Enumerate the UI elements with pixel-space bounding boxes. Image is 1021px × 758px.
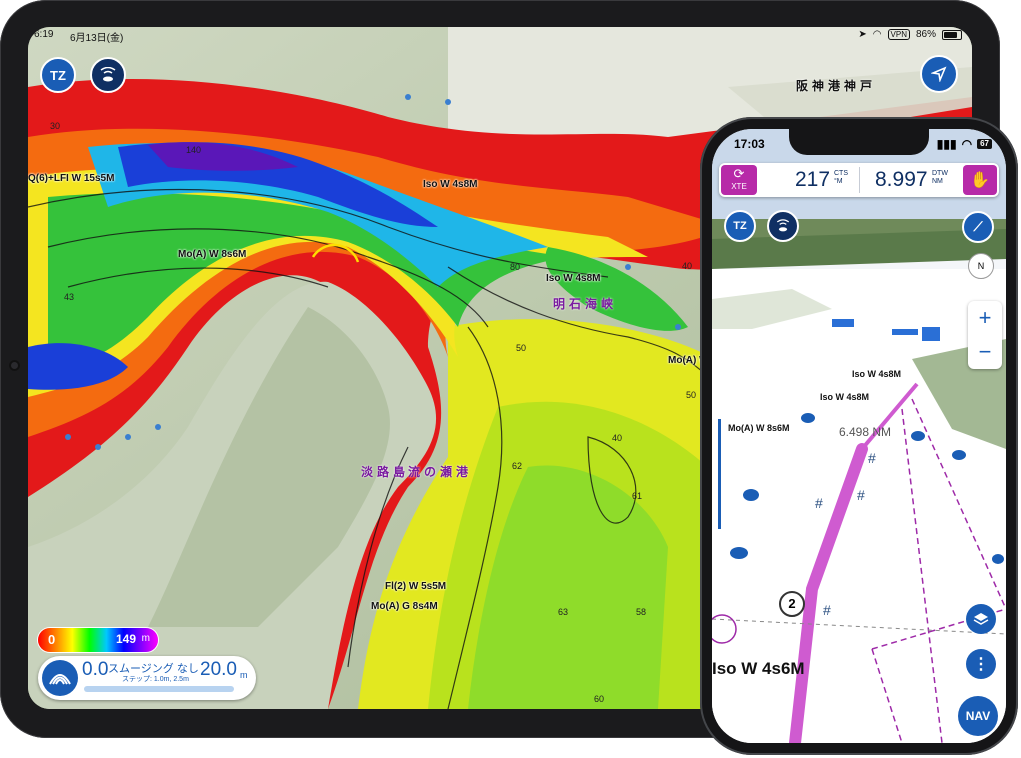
navigation-arrow-icon bbox=[931, 66, 947, 82]
smoothing-unit: m bbox=[240, 670, 248, 680]
depth-sounding: 60 bbox=[594, 694, 605, 704]
more-vertical-icon: ⋮ bbox=[973, 656, 989, 673]
tz-menu-button[interactable]: TZ bbox=[40, 57, 76, 93]
depth-sounding: 80 bbox=[510, 262, 521, 272]
wifi-icon: ◠ bbox=[872, 29, 882, 40]
signal-icon: ▮▮▮ bbox=[936, 137, 957, 151]
light-label-large: Iso W 4s6M bbox=[712, 659, 805, 678]
svg-text:#: # bbox=[823, 602, 831, 618]
depth-sounding: 61 bbox=[632, 491, 643, 501]
zoom-out-button[interactable]: − bbox=[968, 335, 1002, 369]
cts-unit-label: CTS bbox=[834, 170, 848, 177]
layers-button[interactable] bbox=[966, 604, 996, 634]
dtw-value: 8.997 bbox=[875, 168, 928, 191]
cts-value: 217 bbox=[795, 168, 831, 191]
tablet-camera bbox=[9, 360, 20, 371]
light-label: Iso W 4s8M bbox=[820, 392, 870, 402]
place-label: 流の瀬港 bbox=[408, 465, 473, 479]
light-label: Mo(A) W 8s6M bbox=[178, 249, 247, 260]
status-date: 6月13日(金) bbox=[70, 33, 124, 44]
nav-divider bbox=[859, 167, 860, 193]
battery-icon bbox=[942, 29, 962, 40]
battery-percent: 86% bbox=[915, 29, 936, 40]
refresh-icon: ⟳ bbox=[733, 166, 745, 181]
location-icon: ➤ bbox=[858, 29, 867, 40]
place-label: 明石海峡 bbox=[553, 297, 618, 311]
stop-navigation-button[interactable]: ✋ bbox=[963, 165, 997, 195]
phone-status-time: 17:03 bbox=[734, 137, 765, 151]
status-time: 6:19 bbox=[34, 29, 54, 40]
vpn-badge: VPN bbox=[887, 29, 910, 40]
depth-color-legend[interactable]: 0 149 m bbox=[38, 628, 158, 652]
light-label: Q(6)+LFI W 15s5M bbox=[28, 173, 115, 184]
waypoint-marker[interactable]: 2 bbox=[779, 591, 805, 617]
tz-menu-button[interactable]: TZ bbox=[724, 210, 756, 242]
navigation-data-bar: ⟳ XTE 217 CTS °M 8.997 DTW NM ✋ bbox=[719, 163, 999, 197]
svg-text:#: # bbox=[868, 450, 876, 466]
place-label: 阪神港神戸 bbox=[796, 79, 877, 93]
nav-button[interactable]: NAV bbox=[958, 696, 998, 736]
depth-sounding: 50 bbox=[686, 390, 697, 400]
xte-reset-button[interactable]: ⟳ XTE bbox=[721, 165, 757, 195]
smoothing-slider-track[interactable] bbox=[84, 686, 234, 692]
depth-sounding: 63 bbox=[558, 607, 569, 617]
fishing-mode-button[interactable] bbox=[767, 210, 799, 242]
svg-text:#: # bbox=[857, 487, 865, 503]
smoothing-max-value: 20.0 bbox=[200, 659, 237, 680]
fish-sonar-icon bbox=[776, 219, 790, 232]
route-line-icon: ⟋ bbox=[973, 219, 983, 234]
depth-sounding: 30 bbox=[50, 121, 61, 131]
dtw-unit-label: DTW bbox=[932, 170, 948, 177]
layers-icon bbox=[973, 613, 989, 625]
zoom-in-button[interactable]: + bbox=[968, 301, 1002, 335]
depth-sounding: 40 bbox=[682, 261, 693, 271]
smoothing-step: ステップ: 1.0m, 2.5m bbox=[122, 676, 189, 683]
dtw-unit-nm: NM bbox=[932, 178, 943, 185]
depth-sounding: 58 bbox=[636, 607, 647, 617]
fish-sonar-icon bbox=[100, 67, 116, 82]
dtw-unit: DTW NM bbox=[932, 170, 948, 186]
more-options-button[interactable]: ⋮ bbox=[966, 649, 996, 679]
light-label: Iso W 4s8M bbox=[546, 273, 601, 284]
light-label: Mo(A) W 8s6M bbox=[728, 423, 790, 433]
smoothing-min-value: 0.0 bbox=[82, 659, 109, 680]
zoom-controls: + − bbox=[968, 301, 1002, 369]
cts-unit-degrees: °M bbox=[834, 178, 843, 185]
xte-label: XTE bbox=[731, 182, 747, 191]
phone-screen: # # # # 17:03 ▮▮▮ ◠ 67 ⟳ XTE 217 CTS °M … bbox=[712, 129, 1006, 743]
fishing-mode-button[interactable] bbox=[90, 57, 126, 93]
depth-sounding: 140 bbox=[186, 145, 202, 155]
phone-battery: 67 bbox=[977, 139, 992, 149]
light-label: Mo(A) G 8s4M bbox=[371, 601, 438, 612]
place-label: 淡路島 bbox=[361, 465, 410, 479]
light-label: Iso W 4s8M bbox=[852, 369, 902, 379]
depth-sounding: 40 bbox=[612, 433, 623, 443]
hand-stop-icon: ✋ bbox=[970, 172, 990, 189]
phone-status-bar: 17:03 ▮▮▮ ◠ 67 bbox=[712, 129, 1006, 157]
depth-max: 149 bbox=[115, 632, 136, 646]
compass-button[interactable]: N bbox=[968, 253, 994, 279]
cts-unit: CTS °M bbox=[834, 170, 848, 186]
depth-sounding: 62 bbox=[512, 461, 523, 471]
depth-unit: m bbox=[141, 633, 150, 644]
wifi-icon: ◠ bbox=[961, 137, 973, 151]
shell-logo-icon bbox=[42, 660, 78, 696]
light-label: Fl(2) W 5s5M bbox=[385, 581, 447, 592]
tablet-status-bar: 6:19 6月13日(金) ➤ ◠ VPN 86% bbox=[28, 27, 972, 44]
smoothing-slider-panel[interactable]: 0.0 スムージング なし ステップ: 1.0m, 2.5m 20.0 m bbox=[38, 656, 256, 700]
depth-sounding: 50 bbox=[516, 343, 527, 353]
distance-label: 6.498 NM bbox=[839, 425, 892, 439]
phone-device: # # # # 17:03 ▮▮▮ ◠ 67 ⟳ XTE 217 CTS °M … bbox=[700, 117, 1018, 755]
depth-min: 0 bbox=[48, 632, 56, 647]
light-label: Iso W 4s8M bbox=[423, 179, 478, 190]
route-button[interactable]: ⟋ bbox=[962, 211, 994, 243]
center-location-button[interactable] bbox=[920, 55, 958, 93]
depth-sounding: 43 bbox=[64, 292, 75, 302]
svg-text:#: # bbox=[815, 495, 823, 511]
